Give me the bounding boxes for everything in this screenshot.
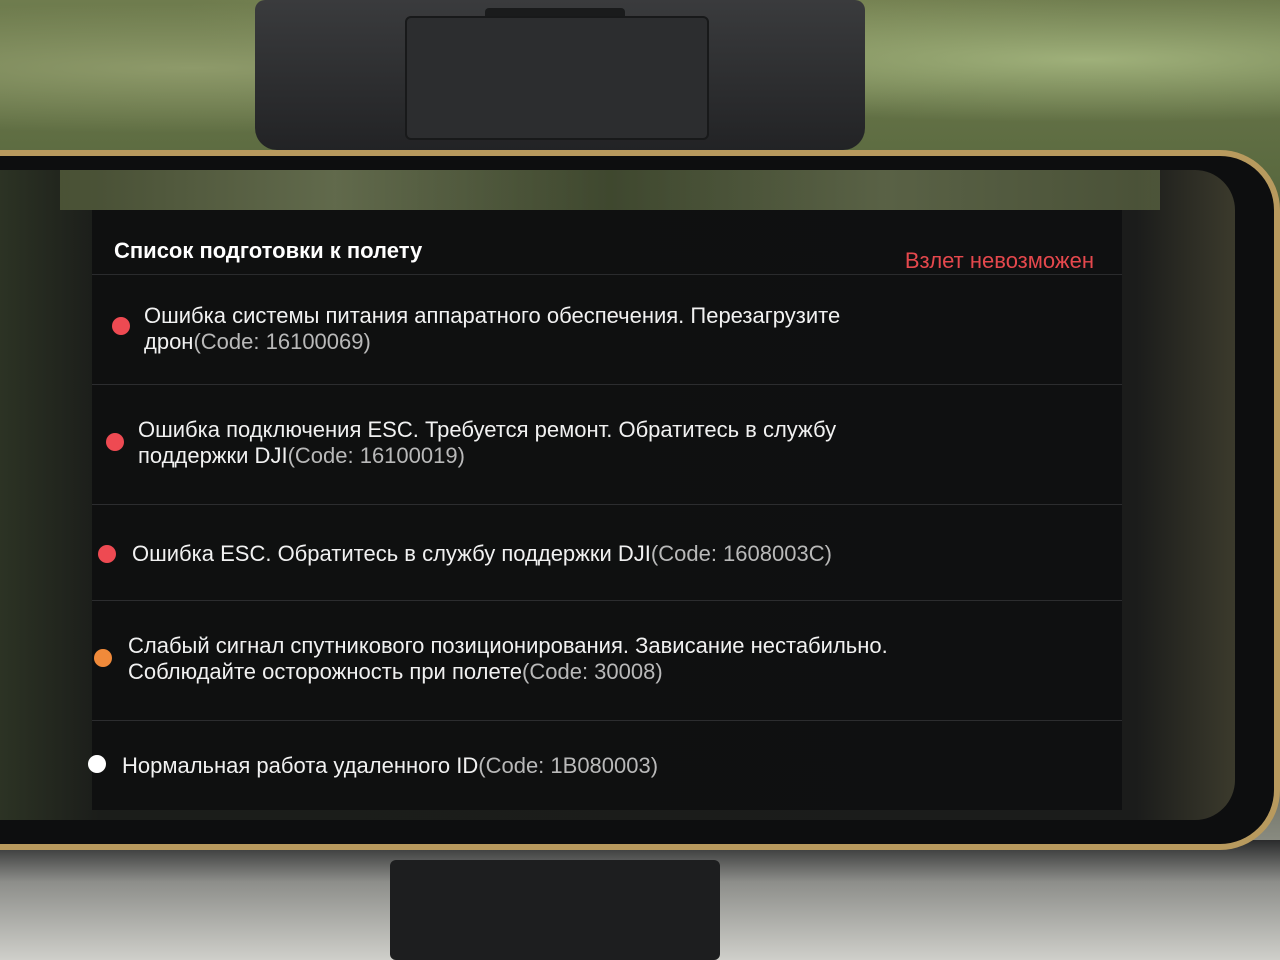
item-message: Ошибка подключения ESC. Требуется ремонт… [138, 417, 837, 442]
checklist-item[interactable]: Ошибка подключения ESC. Требуется ремонт… [92, 385, 1122, 505]
error-status-dot-icon [98, 545, 116, 563]
item-message-cont: поддержки DJI [138, 443, 288, 468]
item-message: Нормальная работа удаленного ID [122, 753, 479, 778]
checklist-item[interactable]: Ошибка системы питания аппаратного обесп… [92, 275, 1122, 385]
item-message: Слабый сигнал спутникового позиционирова… [128, 633, 888, 658]
clamp-inner [405, 16, 709, 140]
checklist-item[interactable]: Нормальная работа удаленного ID(Code: 1B… [88, 721, 1122, 801]
error-status-dot-icon [112, 317, 130, 335]
checklist-title: Список подготовки к полету [114, 238, 423, 263]
camera-feed [60, 170, 1160, 210]
item-message: Ошибка ESC. Обратитесь в службу поддержк… [132, 541, 651, 566]
item-message-cont: дрон [144, 329, 194, 354]
controller-slot [390, 860, 720, 960]
item-code: (Code: 16100019) [287, 443, 465, 468]
takeoff-status: Взлет невозможен [904, 248, 1094, 273]
phone-screen: Список подготовки к полету Взлет невозмо… [0, 170, 1235, 820]
controller-clamp [255, 0, 865, 150]
item-code: (Code: 1608003C) [650, 541, 832, 566]
item-message: Ошибка системы питания аппаратного обесп… [144, 303, 841, 328]
checklist-header: Список подготовки к полету Взлет невозмо… [92, 210, 1122, 275]
normal-status-dot-icon [88, 755, 106, 773]
error-status-dot-icon [106, 433, 124, 451]
checklist-item[interactable]: Слабый сигнал спутникового позиционирова… [92, 601, 1122, 721]
item-message-cont: Соблюдайте осторожность при полете [128, 659, 523, 684]
item-code: (Code: 1B080003) [478, 753, 659, 778]
item-code: (Code: 16100069) [193, 329, 371, 354]
checklist-item[interactable]: Ошибка ESC. Обратитесь в службу поддержк… [92, 505, 1122, 601]
controller-body [0, 840, 1280, 960]
preflight-checklist-panel: Список подготовки к полету Взлет невозмо… [88, 210, 1122, 810]
item-code: (Code: 30008) [522, 659, 663, 684]
warning-status-dot-icon [94, 649, 112, 667]
